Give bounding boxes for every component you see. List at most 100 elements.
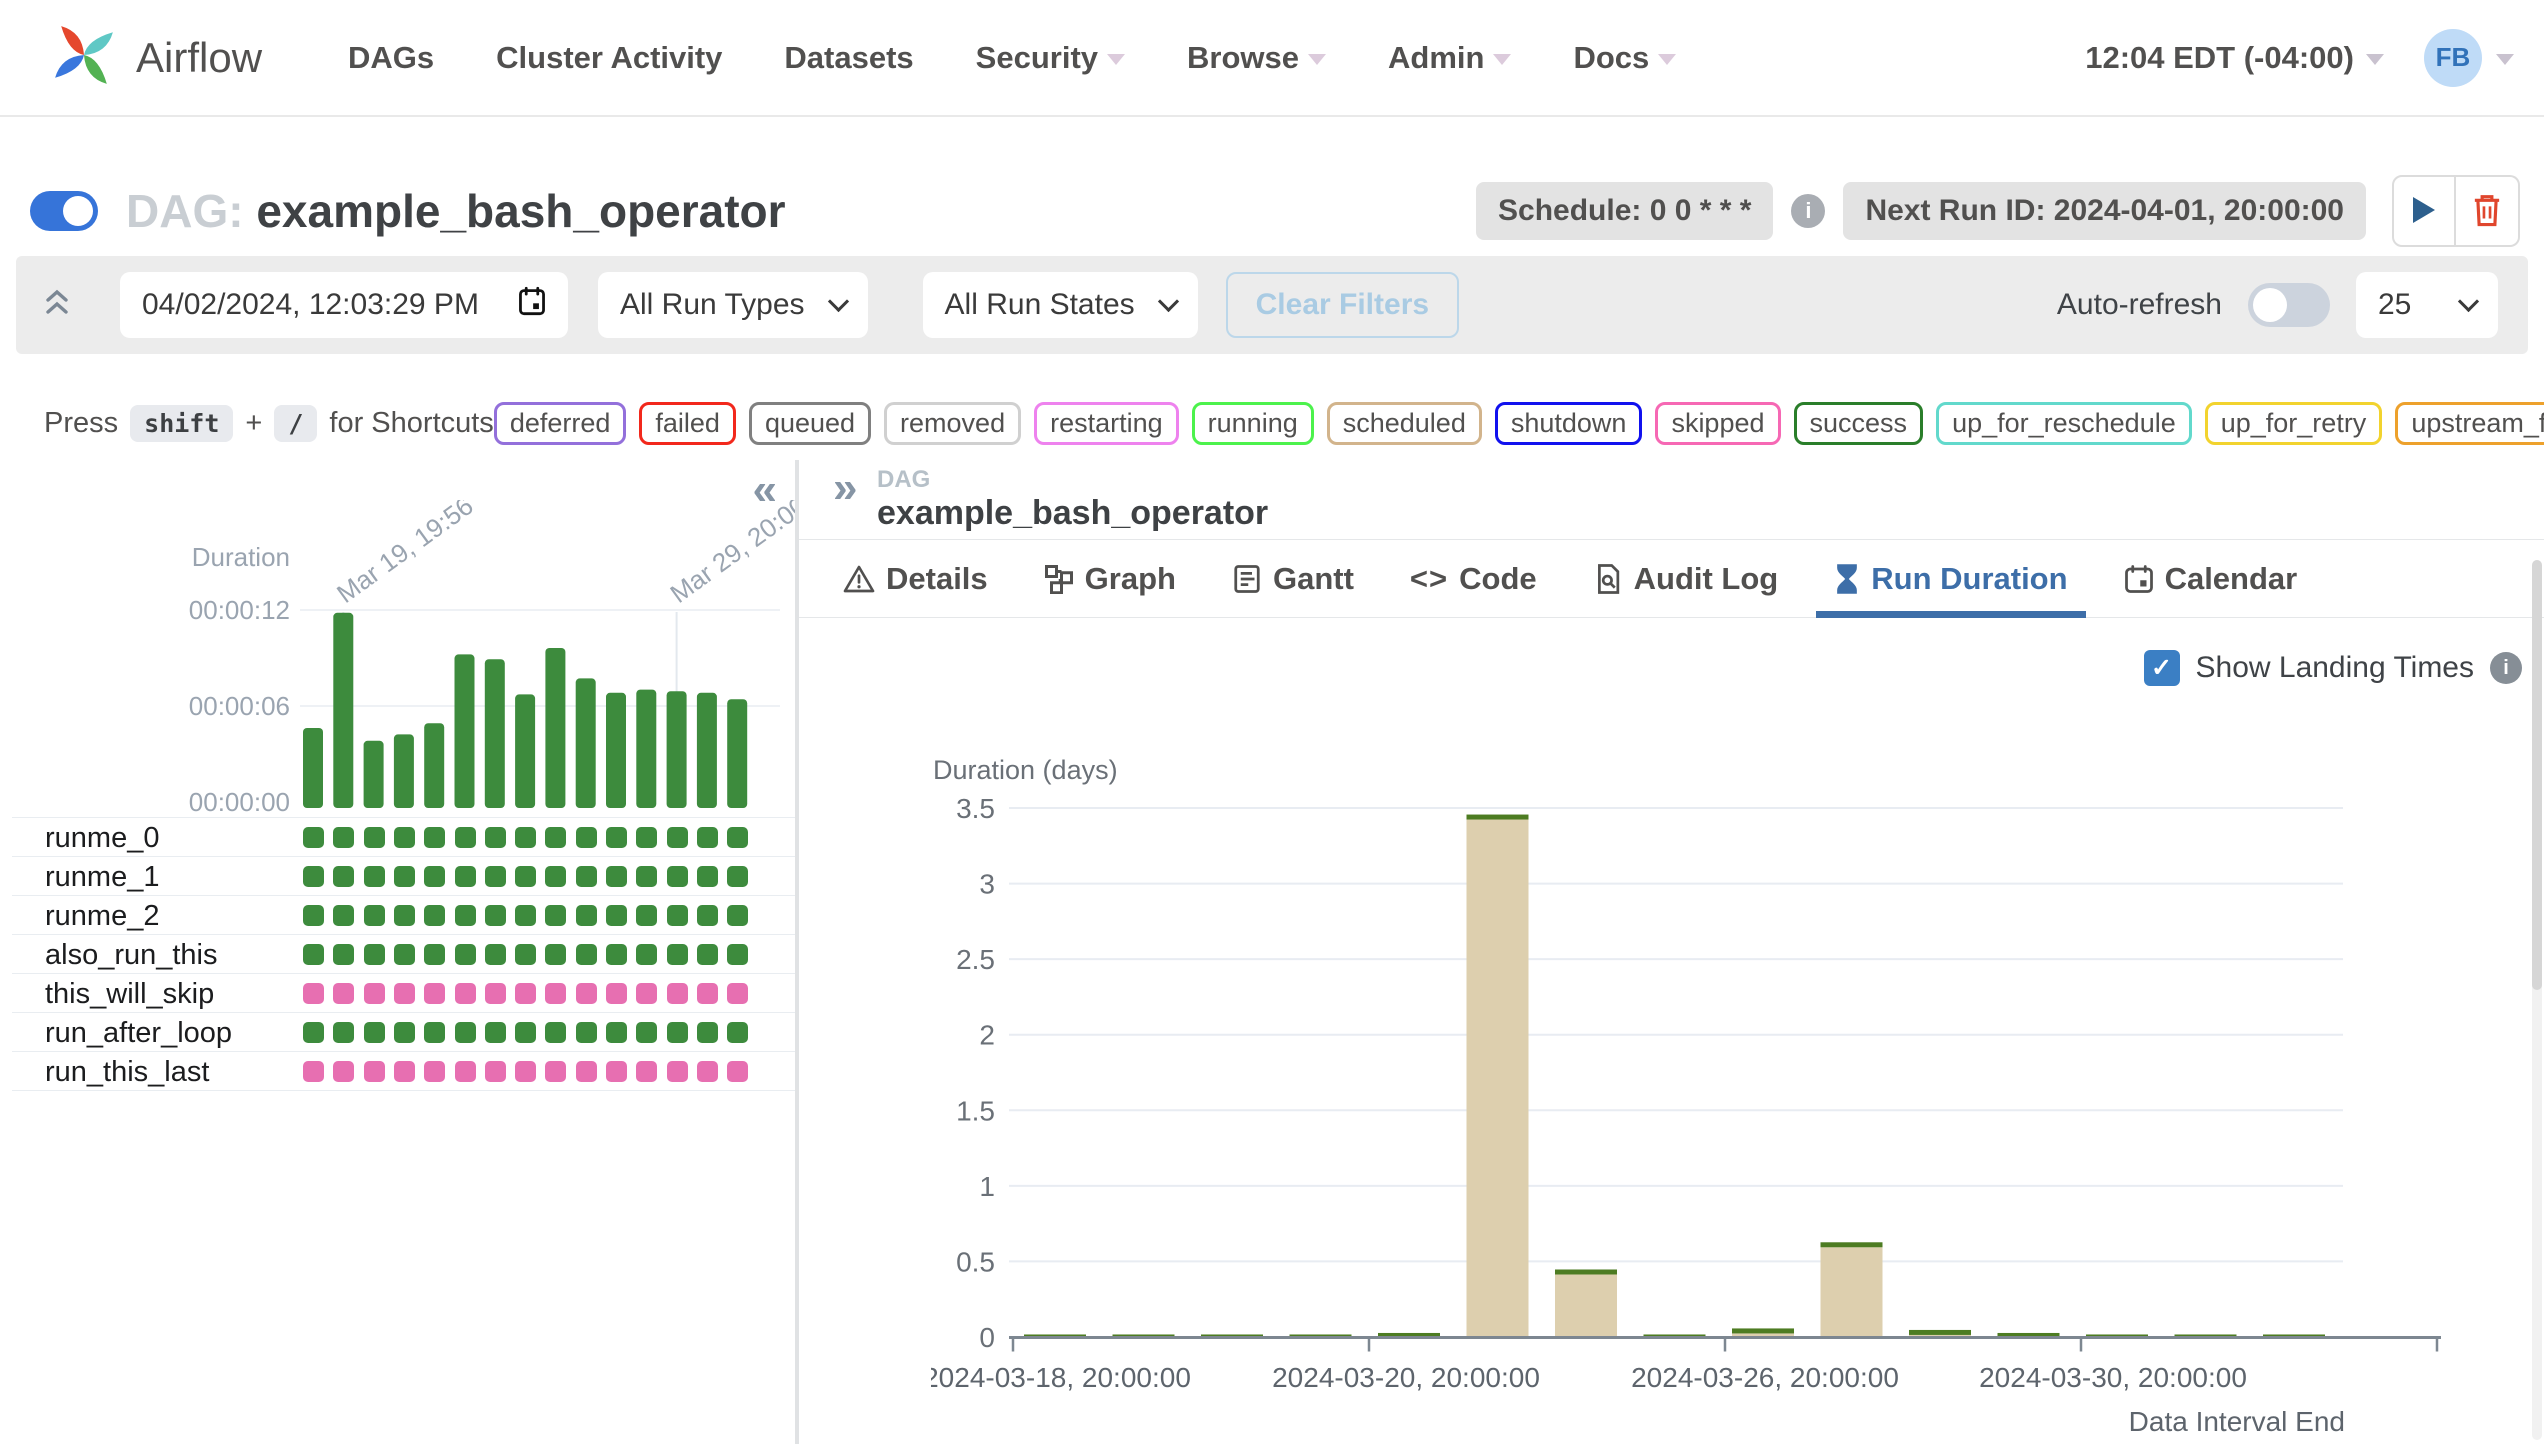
task-instance-success[interactable] (333, 944, 354, 965)
task-instance-success[interactable] (303, 866, 324, 887)
task-instance-success[interactable] (545, 827, 566, 848)
legend-pill-success[interactable]: success (1794, 402, 1924, 445)
legend-pill-failed[interactable]: failed (639, 402, 736, 445)
legend-pill-queued[interactable]: queued (749, 402, 871, 445)
task-instance-success[interactable] (303, 905, 324, 926)
task-instance-success[interactable] (394, 944, 415, 965)
task-instance-skipped[interactable] (545, 1061, 566, 1082)
task-instance-success[interactable] (576, 866, 597, 887)
task-instance-skipped[interactable] (697, 983, 718, 1004)
dag-pause-toggle[interactable] (30, 191, 98, 231)
task-instance-success[interactable] (333, 866, 354, 887)
tab-audit-log[interactable]: Audit Log (1575, 540, 1797, 617)
task-instance-success[interactable] (455, 827, 476, 848)
task-instance-success[interactable] (364, 905, 385, 926)
task-instance-success[interactable] (364, 1022, 385, 1043)
nav-item-datasets[interactable]: Datasets (784, 40, 913, 76)
tab-calendar[interactable]: Calendar (2106, 540, 2316, 617)
task-instance-success[interactable] (667, 866, 688, 887)
nav-item-admin[interactable]: Admin (1388, 40, 1511, 76)
task-instance-skipped[interactable] (424, 983, 445, 1004)
checkbox-checked-icon[interactable]: ✓ (2144, 650, 2180, 686)
task-instance-success[interactable] (455, 905, 476, 926)
task-instance-skipped[interactable] (394, 1061, 415, 1082)
collapse-filters-icon[interactable] (42, 286, 72, 325)
task-instance-success[interactable] (455, 1022, 476, 1043)
task-instance-success[interactable] (636, 944, 657, 965)
task-name[interactable]: also_run_this (45, 939, 218, 972)
task-name[interactable]: this_will_skip (45, 978, 214, 1011)
task-instance-success[interactable] (515, 827, 536, 848)
task-instance-skipped[interactable] (727, 1061, 748, 1082)
task-instance-success[interactable] (545, 866, 566, 887)
nav-item-dags[interactable]: DAGs (348, 40, 434, 76)
task-instance-success[interactable] (394, 1022, 415, 1043)
task-instance-success[interactable] (697, 905, 718, 926)
task-instance-success[interactable] (333, 1022, 354, 1043)
task-instance-skipped[interactable] (364, 983, 385, 1004)
task-instance-skipped[interactable] (576, 983, 597, 1004)
task-instance-success[interactable] (303, 827, 324, 848)
task-instance-success[interactable] (697, 1022, 718, 1043)
task-instance-success[interactable] (606, 1022, 627, 1043)
legend-pill-upstream-failed[interactable]: upstream_failed (2395, 402, 2544, 445)
task-instance-success[interactable] (727, 1022, 748, 1043)
task-instance-success[interactable] (576, 827, 597, 848)
task-instance-success[interactable] (485, 866, 506, 887)
airflow-brand[interactable]: Airflow (46, 17, 262, 98)
nav-item-cluster-activity[interactable]: Cluster Activity (496, 40, 722, 76)
task-instance-success[interactable] (333, 905, 354, 926)
task-instance-success[interactable] (394, 827, 415, 848)
nav-item-docs[interactable]: Docs (1573, 40, 1676, 76)
task-instance-success[interactable] (424, 905, 445, 926)
task-instance-success[interactable] (545, 905, 566, 926)
tab-details[interactable]: Details (825, 540, 1006, 617)
legend-pill-up-for-reschedule[interactable]: up_for_reschedule (1936, 402, 2192, 445)
task-instance-skipped[interactable] (667, 1061, 688, 1082)
task-instance-success[interactable] (727, 866, 748, 887)
task-instance-success[interactable] (727, 905, 748, 926)
task-name[interactable]: run_this_last (45, 1056, 209, 1089)
scrollbar-thumb[interactable] (2532, 560, 2542, 990)
auto-refresh-toggle[interactable] (2248, 283, 2330, 327)
task-instance-skipped[interactable] (636, 983, 657, 1004)
task-instance-skipped[interactable] (697, 1061, 718, 1082)
task-instance-success[interactable] (636, 866, 657, 887)
task-instance-success[interactable] (606, 905, 627, 926)
avatar[interactable]: FB (2424, 29, 2482, 87)
task-instance-skipped[interactable] (636, 1061, 657, 1082)
task-instance-skipped[interactable] (485, 1061, 506, 1082)
delete-dag-button[interactable] (2456, 175, 2520, 247)
legend-pill-scheduled[interactable]: scheduled (1327, 402, 1482, 445)
tab-graph[interactable]: Graph (1026, 540, 1194, 617)
task-instance-skipped[interactable] (455, 1061, 476, 1082)
legend-pill-removed[interactable]: removed (884, 402, 1021, 445)
tab-gantt[interactable]: Gantt (1214, 540, 1372, 617)
task-instance-skipped[interactable] (394, 983, 415, 1004)
task-instance-success[interactable] (576, 1022, 597, 1043)
task-instance-success[interactable] (515, 1022, 536, 1043)
task-name[interactable]: run_after_loop (45, 1017, 232, 1050)
task-instance-skipped[interactable] (576, 1061, 597, 1082)
run-duration-mini-chart[interactable]: Mar 19, 19:56Mar 29, 20:00Duration00:00:… (0, 500, 795, 825)
task-instance-skipped[interactable] (606, 1061, 627, 1082)
run-types-select[interactable]: All Run Types (598, 272, 868, 338)
page-size-select[interactable]: 25 (2356, 272, 2498, 338)
legend-pill-skipped[interactable]: skipped (1655, 402, 1780, 445)
task-instance-success[interactable] (485, 1022, 506, 1043)
task-instance-success[interactable] (636, 1022, 657, 1043)
task-instance-skipped[interactable] (303, 1061, 324, 1082)
task-instance-success[interactable] (424, 1022, 445, 1043)
legend-pill-shutdown[interactable]: shutdown (1495, 402, 1643, 445)
run-states-select[interactable]: All Run States (923, 272, 1198, 338)
task-instance-skipped[interactable] (424, 1061, 445, 1082)
date-filter-input[interactable]: 04/02/2024, 12:03:29 PM (120, 272, 568, 338)
clock-dropdown[interactable]: 12:04 EDT (-04:00) (2085, 40, 2384, 76)
task-instance-skipped[interactable] (667, 983, 688, 1004)
task-instance-skipped[interactable] (455, 983, 476, 1004)
trigger-dag-button[interactable] (2392, 175, 2456, 247)
task-instance-skipped[interactable] (727, 983, 748, 1004)
legend-pill-restarting[interactable]: restarting (1034, 402, 1179, 445)
task-instance-success[interactable] (455, 944, 476, 965)
task-instance-success[interactable] (727, 944, 748, 965)
